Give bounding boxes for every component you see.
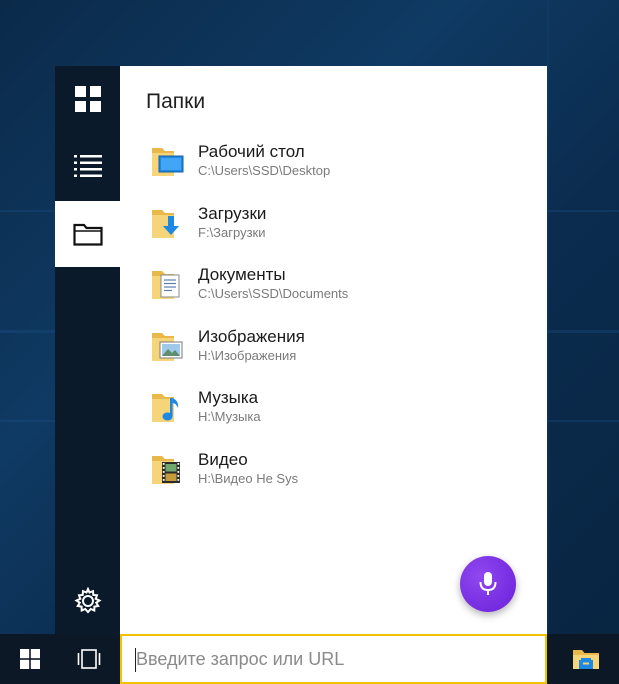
folders-panel: Папки Рабочий стол C:\Users\SSD\Desktop bbox=[120, 66, 547, 634]
task-view-icon bbox=[77, 649, 101, 669]
folder-name: Видео bbox=[198, 449, 248, 469]
task-view-button[interactable] bbox=[61, 634, 117, 684]
gear-icon bbox=[73, 587, 102, 614]
downloads-folder-icon bbox=[152, 209, 179, 238]
folder-name: Документы bbox=[198, 265, 286, 284]
rail-tiles-button[interactable] bbox=[55, 66, 120, 132]
desktop-folder-icon bbox=[152, 148, 184, 176]
folder-name: Изображения bbox=[198, 326, 305, 346]
list-item[interactable]: Загрузки F:\Загрузки bbox=[150, 204, 530, 266]
microphone-button[interactable] bbox=[460, 556, 516, 612]
start-button[interactable] bbox=[2, 634, 58, 684]
windows-logo-icon bbox=[20, 649, 40, 669]
rail-folders-button[interactable] bbox=[55, 201, 120, 267]
rail-list-button[interactable] bbox=[55, 133, 120, 199]
list-item[interactable]: Изображения H:\Изображения bbox=[150, 327, 530, 389]
video-folder-icon bbox=[152, 455, 180, 484]
pictures-folder-icon bbox=[152, 332, 183, 361]
page-title: Папки bbox=[146, 90, 206, 113]
list-item[interactable]: Видео H:\Видео Не Sys bbox=[150, 450, 530, 512]
folder-name: Музыка bbox=[198, 388, 259, 407]
taskbar bbox=[0, 634, 619, 684]
list-item[interactable]: Музыка H:\Музыка bbox=[150, 388, 530, 450]
folder-list: Рабочий стол C:\Users\SSD\Desktop Загруз… bbox=[150, 142, 530, 511]
tiles-grid-icon bbox=[74, 86, 101, 112]
folder-path: H:\Музыка bbox=[198, 409, 261, 424]
rail-settings-button[interactable] bbox=[55, 568, 120, 634]
music-folder-icon bbox=[152, 394, 179, 422]
folder-name: Загрузки bbox=[198, 203, 267, 223]
list-icon bbox=[73, 155, 102, 177]
search-input[interactable] bbox=[136, 636, 536, 682]
documents-folder-icon bbox=[152, 271, 180, 299]
search-box[interactable] bbox=[120, 634, 547, 684]
file-explorer-button[interactable] bbox=[558, 634, 614, 684]
folder-path: C:\Users\SSD\Desktop bbox=[198, 163, 331, 178]
folder-outline-icon bbox=[72, 223, 103, 246]
folder-path: C:\Users\SSD\Documents bbox=[198, 286, 349, 301]
microphone-icon bbox=[479, 572, 497, 595]
list-item[interactable]: Документы C:\Users\SSD\Documents bbox=[150, 265, 530, 327]
list-item[interactable]: Рабочий стол C:\Users\SSD\Desktop bbox=[150, 142, 530, 204]
folder-path: F:\Загрузки bbox=[198, 224, 266, 240]
folder-name: Рабочий стол bbox=[198, 142, 305, 161]
folder-path: H:\Изображения bbox=[198, 347, 297, 363]
navigation-rail bbox=[55, 66, 120, 634]
file-explorer-icon bbox=[573, 650, 599, 669]
folder-path: H:\Видео Не Sys bbox=[198, 470, 299, 486]
